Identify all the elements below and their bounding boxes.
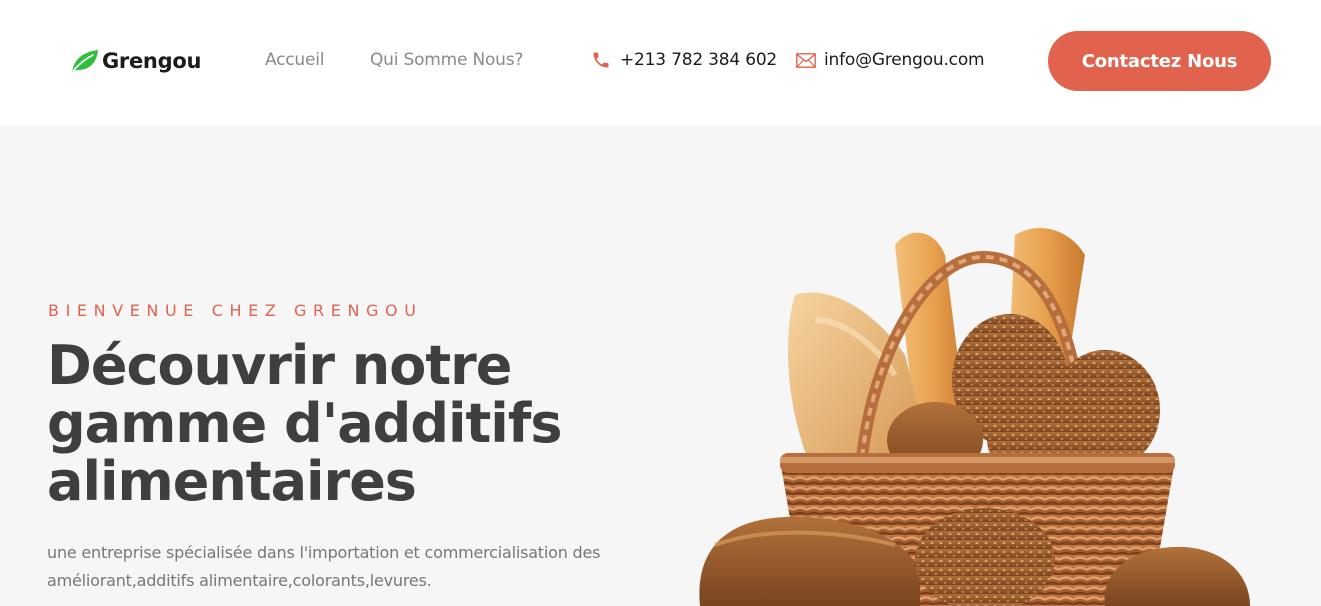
hero-title: Découvrir notre gamme d'additifs aliment… [47,334,562,513]
mail-icon [796,52,816,68]
hero-eyebrow: BIENVENUE CHEZ GRENGOU [48,301,423,320]
leaf-icon [72,50,98,72]
site-header: Grengou Accueil Qui Somme Nous? +213 782… [0,0,1321,125]
hero-section: BIENVENUE CHEZ GRENGOU Découvrir notre g… [0,125,1321,606]
hero-description: une entreprise spécialisée dans l'import… [47,543,601,590]
nav-link-accueil[interactable]: Accueil [265,50,325,70]
logo-text: Grengou [102,49,202,73]
nav-link-qui-somme-nous[interactable]: Qui Somme Nous? [370,50,523,70]
phone-link[interactable]: +213 782 384 602 [591,50,777,70]
email-link[interactable]: info@Grengou.com [796,50,985,70]
logo-link[interactable]: Grengou [70,47,201,75]
contact-us-button[interactable]: Contactez Nous [1048,31,1271,91]
bread-basket-image [699,227,1250,606]
phone-icon [593,52,609,68]
phone-number: +213 782 384 602 [620,50,778,70]
email-address: info@Grengou.com [824,50,985,70]
